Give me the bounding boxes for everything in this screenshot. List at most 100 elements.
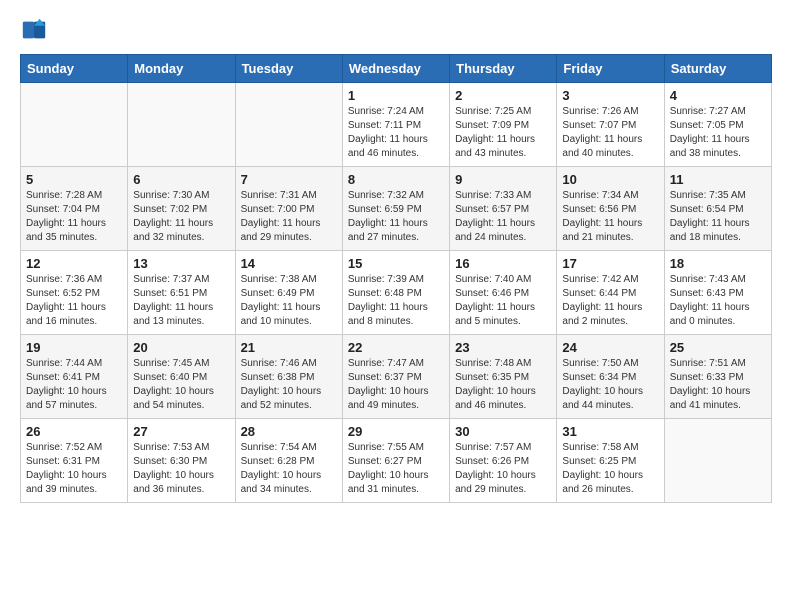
calendar-cell: 31Sunrise: 7:58 AM Sunset: 6:25 PM Dayli… [557,419,664,503]
day-number: 17 [562,256,658,271]
week-row-1: 1 Sunrise: 7:24 AM Sunset: 7:11 PM Daylig… [21,83,772,167]
week-row-3: 12Sunrise: 7:36 AM Sunset: 6:52 PM Dayli… [21,251,772,335]
calendar-cell: 20Sunrise: 7:45 AM Sunset: 6:40 PM Dayli… [128,335,235,419]
day-info: Sunrise: 7:52 AM Sunset: 6:31 PM Dayligh… [26,441,122,497]
day-number: 6 [133,172,229,187]
calendar-cell: 28 Sunrise: 7:54 AM Sunset: 6:28 PM Dayli… [235,419,342,503]
day-number: 24 [562,340,658,355]
day-number: 26 [26,424,122,439]
calendar-cell: 14 Sunrise: 7:38 AM Sunset: 6:49 PM Dayli… [235,251,342,335]
day-info: Sunrise: 7:42 AM Sunset: 6:44 PM Dayligh… [562,273,658,329]
day-number: 7 [241,172,337,187]
day-info: Sunrise: 7:30 AM Sunset: 7:02 PM Dayligh… [133,189,229,245]
day-info: Sunrise: 7:34 AM Sunset: 6:56 PM Dayligh… [562,189,658,245]
calendar-table: SundayMondayTuesdayWednesdayThursdayFrid… [20,54,772,503]
day-info: Sunrise: 7:50 AM Sunset: 6:34 PM Dayligh… [562,357,658,413]
day-info: Sunrise: 7:54 AM Sunset: 6:28 PM Dayligh… [241,441,337,497]
calendar-cell [235,83,342,167]
calendar-cell: 16 Sunrise: 7:40 AM Sunset: 6:46 PM Dayli… [450,251,557,335]
week-row-2: 5 Sunrise: 7:28 AM Sunset: 7:04 PM Daylig… [21,167,772,251]
calendar-cell: 4 Sunrise: 7:27 AM Sunset: 7:05 PM Daylig… [664,83,771,167]
day-info: Sunrise: 7:44 AM Sunset: 6:41 PM Dayligh… [26,357,122,413]
day-info: Sunrise: 7:46 AM Sunset: 6:38 PM Dayligh… [241,357,337,413]
calendar-cell: 7 Sunrise: 7:31 AM Sunset: 7:00 PM Daylig… [235,167,342,251]
day-number: 12 [26,256,122,271]
weekday-header-wednesday: Wednesday [342,55,449,83]
day-info: Sunrise: 7:38 AM Sunset: 6:49 PM Dayligh… [241,273,337,329]
day-info: Sunrise: 7:40 AM Sunset: 6:46 PM Dayligh… [455,273,551,329]
calendar-cell: 30 Sunrise: 7:57 AM Sunset: 6:26 PM Dayli… [450,419,557,503]
calendar-cell: 19 Sunrise: 7:44 AM Sunset: 6:41 PM Dayli… [21,335,128,419]
day-number: 20 [133,340,229,355]
weekday-header-tuesday: Tuesday [235,55,342,83]
day-info: Sunrise: 7:24 AM Sunset: 7:11 PM Dayligh… [348,105,444,161]
calendar-cell [128,83,235,167]
day-info: Sunrise: 7:51 AM Sunset: 6:33 PM Dayligh… [670,357,766,413]
day-number: 31 [562,424,658,439]
weekday-header-thursday: Thursday [450,55,557,83]
day-number: 29 [348,424,444,439]
day-info: Sunrise: 7:26 AM Sunset: 7:07 PM Dayligh… [562,105,658,161]
logo-icon [20,16,48,44]
day-number: 14 [241,256,337,271]
day-number: 9 [455,172,551,187]
day-info: Sunrise: 7:57 AM Sunset: 6:26 PM Dayligh… [455,441,551,497]
day-number: 30 [455,424,551,439]
day-number: 28 [241,424,337,439]
calendar-cell: 5 Sunrise: 7:28 AM Sunset: 7:04 PM Daylig… [21,167,128,251]
calendar-cell [21,83,128,167]
calendar-cell: 8 Sunrise: 7:32 AM Sunset: 6:59 PM Daylig… [342,167,449,251]
day-info: Sunrise: 7:35 AM Sunset: 6:54 PM Dayligh… [670,189,766,245]
day-number: 27 [133,424,229,439]
calendar-cell: 9 Sunrise: 7:33 AM Sunset: 6:57 PM Daylig… [450,167,557,251]
day-info: Sunrise: 7:55 AM Sunset: 6:27 PM Dayligh… [348,441,444,497]
header [20,16,772,44]
day-number: 15 [348,256,444,271]
day-info: Sunrise: 7:39 AM Sunset: 6:48 PM Dayligh… [348,273,444,329]
calendar-cell: 29 Sunrise: 7:55 AM Sunset: 6:27 PM Dayli… [342,419,449,503]
calendar-cell: 17 Sunrise: 7:42 AM Sunset: 6:44 PM Dayli… [557,251,664,335]
calendar-cell: 22 Sunrise: 7:47 AM Sunset: 6:37 PM Dayli… [342,335,449,419]
day-info: Sunrise: 7:37 AM Sunset: 6:51 PM Dayligh… [133,273,229,329]
day-number: 5 [26,172,122,187]
day-number: 25 [670,340,766,355]
weekday-header-sunday: Sunday [21,55,128,83]
calendar-cell: 24 Sunrise: 7:50 AM Sunset: 6:34 PM Dayli… [557,335,664,419]
calendar-cell: 3Sunrise: 7:26 AM Sunset: 7:07 PM Daylig… [557,83,664,167]
weekday-header-monday: Monday [128,55,235,83]
calendar-cell [664,419,771,503]
day-info: Sunrise: 7:31 AM Sunset: 7:00 PM Dayligh… [241,189,337,245]
calendar-cell: 18 Sunrise: 7:43 AM Sunset: 6:43 PM Dayli… [664,251,771,335]
week-row-5: 26 Sunrise: 7:52 AM Sunset: 6:31 PM Dayli… [21,419,772,503]
page: SundayMondayTuesdayWednesdayThursdayFrid… [0,0,792,519]
calendar-cell: 23 Sunrise: 7:48 AM Sunset: 6:35 PM Dayli… [450,335,557,419]
day-number: 22 [348,340,444,355]
calendar-cell: 11 Sunrise: 7:35 AM Sunset: 6:54 PM Dayli… [664,167,771,251]
day-info: Sunrise: 7:53 AM Sunset: 6:30 PM Dayligh… [133,441,229,497]
day-info: Sunrise: 7:33 AM Sunset: 6:57 PM Dayligh… [455,189,551,245]
week-row-4: 19 Sunrise: 7:44 AM Sunset: 6:41 PM Dayli… [21,335,772,419]
day-number: 18 [670,256,766,271]
day-info: Sunrise: 7:43 AM Sunset: 6:43 PM Dayligh… [670,273,766,329]
day-number: 1 [348,88,444,103]
calendar-cell: 10 Sunrise: 7:34 AM Sunset: 6:56 PM Dayli… [557,167,664,251]
day-info: Sunrise: 7:25 AM Sunset: 7:09 PM Dayligh… [455,105,551,161]
day-number: 11 [670,172,766,187]
day-number: 21 [241,340,337,355]
day-info: Sunrise: 7:47 AM Sunset: 6:37 PM Dayligh… [348,357,444,413]
day-info: Sunrise: 7:48 AM Sunset: 6:35 PM Dayligh… [455,357,551,413]
day-number: 8 [348,172,444,187]
day-number: 4 [670,88,766,103]
day-number: 16 [455,256,551,271]
calendar-cell: 13Sunrise: 7:37 AM Sunset: 6:51 PM Dayli… [128,251,235,335]
day-info: Sunrise: 7:28 AM Sunset: 7:04 PM Dayligh… [26,189,122,245]
calendar-cell: 21 Sunrise: 7:46 AM Sunset: 6:38 PM Dayli… [235,335,342,419]
day-number: 23 [455,340,551,355]
weekday-header-row: SundayMondayTuesdayWednesdayThursdayFrid… [21,55,772,83]
day-number: 10 [562,172,658,187]
day-info: Sunrise: 7:32 AM Sunset: 6:59 PM Dayligh… [348,189,444,245]
day-info: Sunrise: 7:27 AM Sunset: 7:05 PM Dayligh… [670,105,766,161]
day-number: 19 [26,340,122,355]
calendar-cell: 2Sunrise: 7:25 AM Sunset: 7:09 PM Daylig… [450,83,557,167]
calendar-cell: 12Sunrise: 7:36 AM Sunset: 6:52 PM Dayli… [21,251,128,335]
